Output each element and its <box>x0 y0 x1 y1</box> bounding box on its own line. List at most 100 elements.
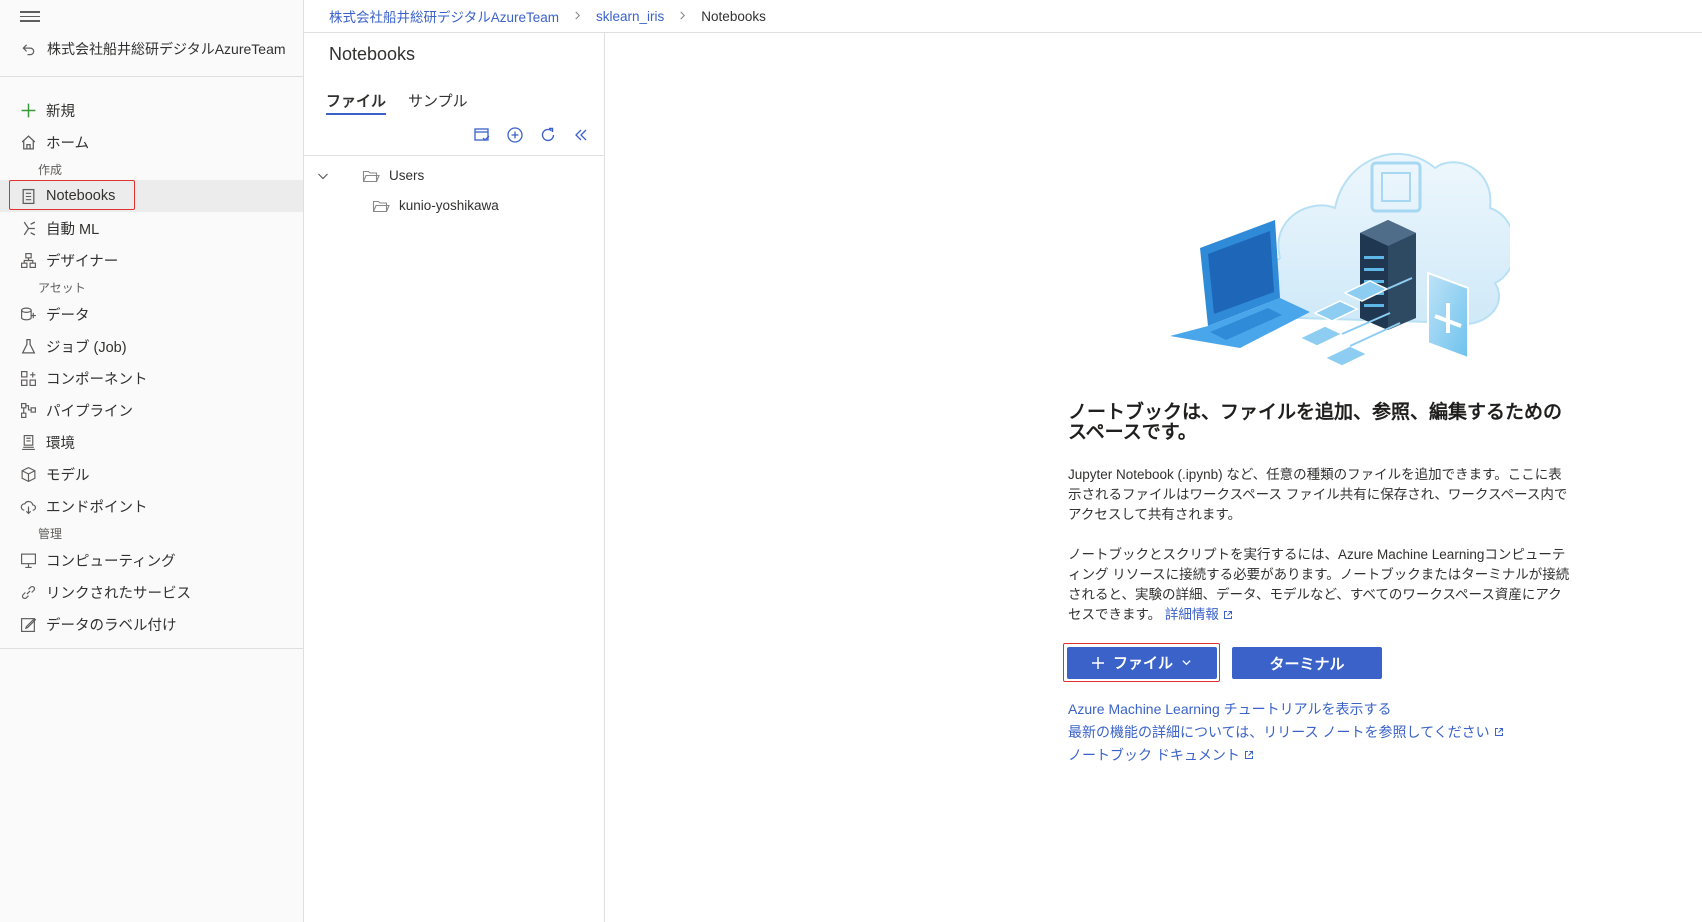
sidebar-item-jobs[interactable]: ジョブ (Job) <box>0 330 303 362</box>
sidebar-item-environments[interactable]: 環境 <box>0 426 303 458</box>
chevron-right-icon <box>573 9 582 23</box>
chevron-down-icon <box>1182 660 1191 666</box>
sidebar-item-label: エンドポイント <box>46 499 148 516</box>
cloud-laptop-illustration <box>1170 152 1510 367</box>
left-navigation: 株式会社船井総研デジタルAzureTeam 新規 ホーム 作成 Notebook… <box>0 0 304 922</box>
sidebar-divider <box>0 648 303 649</box>
plus-icon <box>20 102 37 119</box>
release-notes-link-text: 最新の機能の詳細については、リリース ノートを参照してください <box>1068 723 1490 740</box>
chevron-down-icon[interactable] <box>316 169 330 183</box>
external-link-icon <box>1244 750 1253 759</box>
notebook-docs-link-text: ノートブック ドキュメント <box>1068 746 1240 763</box>
compute-description-text: ノートブックとスクリプトを実行するには、Azure Machine Learni… <box>1068 547 1570 622</box>
sidebar-item-label: パイプライン <box>46 403 133 420</box>
monitor-icon <box>20 552 37 569</box>
learn-more-link[interactable]: 詳細情報 <box>1165 607 1233 622</box>
edit-label-icon <box>20 616 37 633</box>
breadcrumb-experiment-link[interactable]: sklearn_iris <box>596 9 664 24</box>
tutorial-link-text: Azure Machine Learning チュートリアルを表示する <box>1068 700 1392 717</box>
file-toolbar <box>472 125 590 144</box>
tab-files[interactable]: ファイル <box>315 85 397 115</box>
environment-icon <box>20 434 37 451</box>
collapse-panel-icon[interactable] <box>571 125 590 144</box>
sidebar-item-label: データのラベル付け <box>46 617 177 634</box>
workspace-back-link[interactable]: 株式会社船井総研デジタルAzureTeam <box>20 38 286 60</box>
sidebar-item-data-labeling[interactable]: データのラベル付け <box>0 608 303 640</box>
breadcrumb-workspace-link[interactable]: 株式会社船井総研デジタルAzureTeam <box>329 6 559 26</box>
panel-divider <box>304 155 604 156</box>
tree-item-users[interactable]: Users <box>316 168 424 183</box>
tree-item-label: kunio-yoshikawa <box>399 198 499 213</box>
notebook-icon <box>20 188 37 205</box>
sidebar-item-label: コンピューティング <box>46 553 176 570</box>
sidebar-item-label: データ <box>46 307 90 324</box>
notebooks-empty-state: ノートブックは、ファイルを追加、参照、編集するためのスペースです。 Jupyte… <box>605 33 1702 922</box>
flask-icon <box>20 338 37 355</box>
designer-icon <box>20 252 37 269</box>
add-file-icon[interactable] <box>505 125 524 144</box>
sidebar-divider <box>0 76 303 77</box>
create-file-button[interactable]: ファイル <box>1066 646 1217 679</box>
tree-item-user-folder[interactable]: kunio-yoshikawa <box>372 198 499 213</box>
workspace-name: 株式会社船井総研デジタルAzureTeam <box>47 41 286 57</box>
create-terminal-icon[interactable] <box>472 125 491 144</box>
highlight-box: ファイル <box>1063 643 1220 682</box>
create-file-label: ファイル <box>1112 655 1173 672</box>
sidebar-group-author: 作成 <box>38 162 63 177</box>
release-notes-link[interactable]: 最新の機能の詳細については、リリース ノートを参照してください <box>1068 721 1504 742</box>
automl-icon <box>20 220 37 237</box>
sidebar-group-assets: アセット <box>38 280 86 295</box>
learn-more-text: 詳細情報 <box>1164 607 1219 622</box>
sidebar-item-models[interactable]: モデル <box>0 458 303 490</box>
file-explorer-panel: Notebooks ファイル サンプル Users kunio-yoshikaw… <box>304 33 605 922</box>
help-links: Azure Machine Learning チュートリアルを表示する 最新の機… <box>1068 698 1504 765</box>
sidebar-item-components[interactable]: コンポーネント <box>0 362 303 394</box>
sidebar-item-label: ホーム <box>46 135 90 152</box>
sidebar-item-compute[interactable]: コンピューティング <box>0 544 303 576</box>
folder-open-icon <box>362 169 380 183</box>
refresh-icon[interactable] <box>538 125 557 144</box>
terminal-button[interactable]: ターミナル <box>1232 647 1382 679</box>
description-paragraph: Jupyter Notebook (.ipynb) など、任意の種類のファイルを… <box>1068 467 1568 522</box>
breadcrumb: 株式会社船井総研デジタルAzureTeam sklearn_iris Noteb… <box>304 0 1702 33</box>
sidebar-menu: 新規 ホーム 作成 Notebooks 自動 ML デザイナー アセット データ… <box>0 94 303 649</box>
home-icon <box>20 134 37 151</box>
hamburger-menu-icon[interactable] <box>20 9 40 25</box>
sidebar-item-linked-services[interactable]: リンクされたサービス <box>0 576 303 608</box>
sidebar-item-home[interactable]: ホーム <box>0 126 303 158</box>
chevron-right-icon <box>678 9 687 23</box>
compute-description: ノートブックとスクリプトを実行するには、Azure Machine Learni… <box>1068 545 1575 625</box>
link-icon <box>20 584 37 601</box>
data-icon <box>20 306 37 323</box>
plus-icon <box>1091 656 1104 669</box>
back-arrow-icon <box>20 41 37 58</box>
sidebar-item-label: 新規 <box>46 103 75 120</box>
sidebar-item-pipelines[interactable]: パイプライン <box>0 394 303 426</box>
sidebar-item-label: モデル <box>46 467 90 484</box>
sidebar-item-new[interactable]: 新規 <box>0 94 303 126</box>
sidebar-item-label: 環境 <box>46 435 75 452</box>
sidebar-item-automl[interactable]: 自動 ML <box>0 212 303 244</box>
panel-title: Notebooks <box>329 44 416 64</box>
external-link-icon <box>1494 727 1503 736</box>
cloud-endpoint-icon <box>20 498 37 515</box>
external-link-icon <box>1223 611 1232 619</box>
sidebar-item-notebooks[interactable]: Notebooks <box>0 180 303 212</box>
pipeline-icon <box>20 402 37 419</box>
sidebar-group-manage: 管理 <box>38 526 63 541</box>
file-tabs: ファイル サンプル <box>315 85 479 115</box>
sidebar-item-endpoints[interactable]: エンドポイント <box>0 490 303 522</box>
tab-samples[interactable]: サンプル <box>397 85 479 115</box>
notebook-docs-link[interactable]: ノートブック ドキュメント <box>1068 744 1504 765</box>
sidebar-item-label: 自動 ML <box>46 221 100 238</box>
sidebar-item-label: デザイナー <box>46 253 119 270</box>
sidebar-item-label: リンクされたサービス <box>46 585 191 602</box>
sidebar-item-label: Notebooks <box>46 188 116 204</box>
sidebar-item-designer[interactable]: デザイナー <box>0 244 303 276</box>
empty-state-heading: ノートブックは、ファイルを追加、参照、編集するためのスペースです。 <box>1068 402 1563 443</box>
sidebar-item-data[interactable]: データ <box>0 298 303 330</box>
folder-icon <box>372 199 390 213</box>
tree-item-label: Users <box>389 168 425 183</box>
action-buttons: ファイル ターミナル <box>1063 643 1382 682</box>
tutorial-link[interactable]: Azure Machine Learning チュートリアルを表示する <box>1068 698 1504 719</box>
